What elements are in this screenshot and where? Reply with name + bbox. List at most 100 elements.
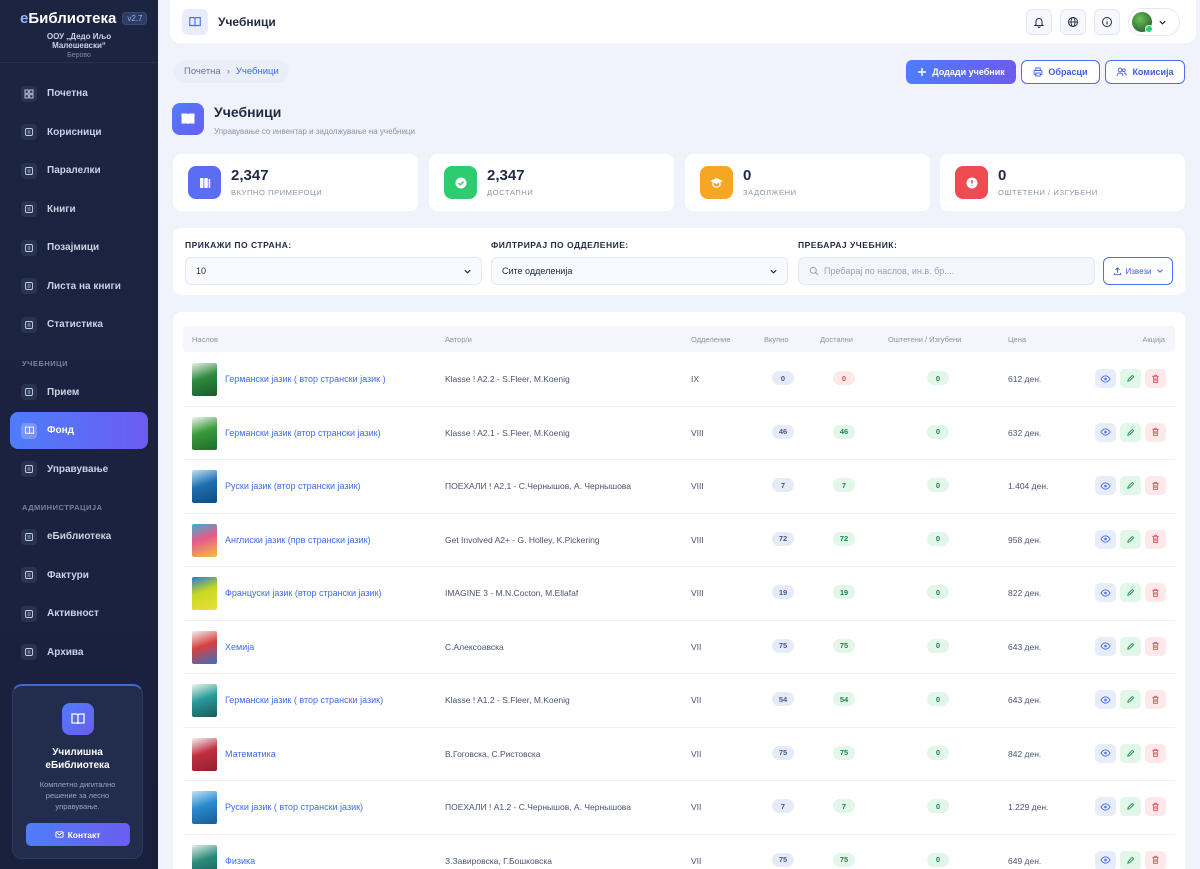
pencil-icon bbox=[1127, 749, 1135, 757]
export-icon bbox=[1113, 266, 1121, 275]
sidebar-item-items-5[interactable]: Листа на книги bbox=[10, 268, 148, 305]
damaged-badge: 0 bbox=[927, 371, 949, 385]
view-button[interactable] bbox=[1095, 690, 1116, 709]
edit-button[interactable] bbox=[1120, 529, 1141, 549]
stat-label: ЗАДОЛЖЕНИ bbox=[743, 188, 797, 197]
view-button[interactable] bbox=[1095, 583, 1116, 602]
author-cell: С.Алексоавска bbox=[445, 641, 504, 652]
delete-button[interactable] bbox=[1145, 743, 1166, 763]
sidebar-item-admin_items-0[interactable]: еБиблиотека bbox=[10, 518, 148, 555]
edit-button[interactable] bbox=[1120, 476, 1141, 495]
contact-button[interactable]: Контакт bbox=[25, 823, 130, 846]
edit-button[interactable] bbox=[1120, 743, 1141, 763]
sidebar-item-items-3[interactable]: Книги bbox=[10, 191, 148, 228]
add-textbook-button[interactable]: Додади учебник bbox=[906, 60, 1016, 84]
commission-button[interactable]: Комисија bbox=[1105, 60, 1185, 84]
delete-button[interactable] bbox=[1145, 636, 1166, 656]
sidebar-item-items-1[interactable]: Корисници bbox=[10, 114, 148, 151]
grade-cell: VIII bbox=[691, 481, 704, 491]
notifications-button[interactable] bbox=[1026, 9, 1052, 35]
stat-available: 2,347 ДОСТАПНИ bbox=[429, 154, 674, 211]
language-button[interactable] bbox=[1060, 9, 1086, 35]
sidebar-item-items-4[interactable]: Позајмици bbox=[10, 229, 148, 266]
header-available[interactable]: Достапни bbox=[820, 335, 853, 344]
textbook-title-link[interactable]: Германски јазик ( втор странски јазик) bbox=[225, 695, 383, 705]
chevron-down-icon bbox=[1159, 20, 1166, 25]
delete-button[interactable] bbox=[1145, 422, 1166, 442]
user-menu[interactable] bbox=[1128, 8, 1180, 36]
header-damaged[interactable]: Оштетени / Изгубени bbox=[888, 335, 961, 344]
delete-button[interactable] bbox=[1145, 529, 1166, 549]
view-button[interactable] bbox=[1095, 636, 1116, 656]
header-price[interactable]: Цена bbox=[1008, 335, 1026, 344]
delete-button[interactable] bbox=[1145, 369, 1166, 388]
sidebar-item-textbook_items-1[interactable]: Фонд bbox=[10, 412, 148, 449]
delete-button[interactable] bbox=[1145, 797, 1166, 816]
graduation-cap-icon bbox=[700, 166, 733, 199]
sidebar-item-label: Статистика bbox=[47, 319, 103, 330]
sidebar-item-textbook_items-0[interactable]: Прием bbox=[10, 374, 148, 411]
view-button[interactable] bbox=[1095, 476, 1116, 495]
textbook-title-link[interactable]: Руски јазик (втор странски јазик) bbox=[225, 481, 361, 491]
table-row: Германски јазик (втор странски јазик) Kla… bbox=[183, 407, 1175, 460]
promo-title-line: еБиблиотека bbox=[45, 760, 110, 771]
edit-button[interactable] bbox=[1120, 690, 1141, 709]
textbook-title-link[interactable]: Германски јазик ( втор странски јазик ) bbox=[225, 374, 386, 384]
edit-button[interactable] bbox=[1120, 369, 1141, 388]
author-cell: Klasse ! A1.2 - S.Fleer, M.Koenig bbox=[445, 695, 570, 705]
sidebar-item-items-0[interactable]: Почетна bbox=[10, 75, 148, 112]
forms-button[interactable]: Обрасци bbox=[1021, 60, 1100, 84]
textbook-title-link[interactable]: Математика bbox=[225, 749, 276, 759]
delete-button[interactable] bbox=[1145, 850, 1166, 869]
list-lines-icon bbox=[21, 278, 37, 294]
textbook-title-link[interactable]: Француски јазик (втор странски јазик) bbox=[225, 588, 382, 598]
header-title[interactable]: Наслов bbox=[192, 335, 218, 344]
export-button[interactable]: Извези bbox=[1103, 257, 1173, 285]
sidebar-item-admin_items-3[interactable]: Архива bbox=[10, 634, 148, 671]
view-button[interactable] bbox=[1095, 529, 1116, 549]
book-open-icon bbox=[182, 8, 208, 35]
textbook-title-link[interactable]: Руски јазик ( втор странски јазик) bbox=[225, 802, 363, 812]
page-subtitle: Управување со инвентар и задолжување на … bbox=[214, 127, 415, 136]
info-button[interactable] bbox=[1094, 9, 1120, 35]
view-button[interactable] bbox=[1095, 850, 1116, 869]
edit-button[interactable] bbox=[1120, 850, 1141, 869]
app-logo[interactable]: еБиблиотека bbox=[20, 10, 116, 27]
author-cell: ПОЕХАЛИ ! A1.2 - С.Чернышов, А. Чернышов… bbox=[445, 802, 631, 812]
edit-button[interactable] bbox=[1120, 583, 1141, 602]
book-cover bbox=[192, 684, 217, 717]
textbook-title-link[interactable]: Англиски јазик (прв странски јазик) bbox=[225, 535, 371, 545]
sidebar-item-textbook_items-2[interactable]: Управување bbox=[10, 451, 148, 488]
sidebar-item-admin_items-2[interactable]: Активност bbox=[10, 595, 148, 632]
topbar-title: Учебници bbox=[218, 14, 276, 29]
damaged-badge: 0 bbox=[927, 692, 949, 706]
grade-filter-select[interactable]: Сите одделенија bbox=[491, 257, 788, 285]
delete-button[interactable] bbox=[1145, 583, 1166, 602]
sidebar-item-items-6[interactable]: Статистика bbox=[10, 306, 148, 343]
view-button[interactable] bbox=[1095, 797, 1116, 816]
delete-button[interactable] bbox=[1145, 476, 1166, 495]
chevron-down-icon bbox=[464, 269, 471, 274]
header-authors[interactable]: Автор/и bbox=[445, 335, 472, 344]
sidebar-item-items-2[interactable]: Паралелки bbox=[10, 152, 148, 189]
view-button[interactable] bbox=[1095, 369, 1116, 388]
view-button[interactable] bbox=[1095, 743, 1116, 763]
delete-button[interactable] bbox=[1145, 690, 1166, 709]
total-badge: 19 bbox=[772, 585, 794, 599]
edit-button[interactable] bbox=[1120, 797, 1141, 816]
header-grade[interactable]: Одделение bbox=[691, 335, 730, 344]
table-row: Хемија С.Алексоавска VII 75 75 0 643 ден. bbox=[183, 621, 1175, 674]
view-button[interactable] bbox=[1095, 422, 1116, 442]
sidebar-item-admin_items-1[interactable]: Фактури bbox=[10, 557, 148, 594]
grade-cell: IX bbox=[691, 374, 700, 384]
eye-icon bbox=[1100, 695, 1111, 704]
textbook-title-link[interactable]: Германски јазик (втор странски јазик) bbox=[225, 428, 381, 438]
header-total[interactable]: Вкупно bbox=[764, 335, 789, 344]
edit-button[interactable] bbox=[1120, 422, 1141, 442]
textbook-title-link[interactable]: Физика bbox=[225, 856, 255, 866]
breadcrumb-home[interactable]: Почетна bbox=[184, 66, 221, 77]
textbook-title-link[interactable]: Хемија bbox=[225, 642, 254, 652]
per-page-select[interactable]: 10 bbox=[185, 257, 482, 285]
search-input[interactable]: Пребарај по наслов, ин.в. бр.... bbox=[798, 257, 1095, 285]
edit-button[interactable] bbox=[1120, 636, 1141, 656]
